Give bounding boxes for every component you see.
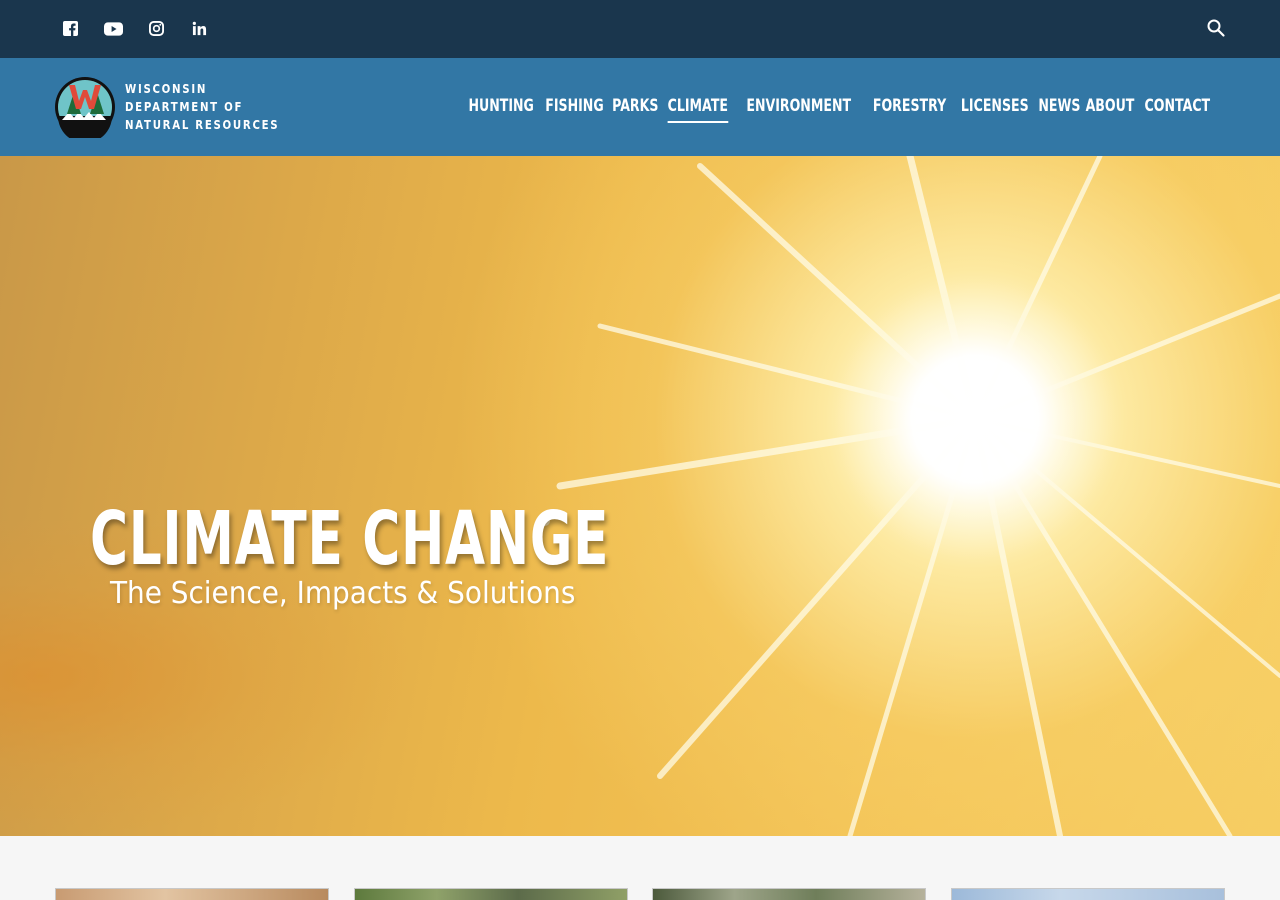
nav-forestry[interactable]: FORESTRY: [873, 96, 946, 121]
nav-contact[interactable]: CONTACT: [1145, 96, 1211, 121]
nav-climate[interactable]: CLIMATE: [667, 96, 728, 123]
facebook-icon[interactable]: [61, 19, 80, 38]
social-links: [61, 19, 209, 38]
instagram-icon[interactable]: [147, 19, 166, 38]
primary-nav: HUNTING FISHING PARKS CLIMATE ENVIRONMEN…: [462, 96, 1217, 123]
dnr-logo[interactable]: [54, 76, 116, 143]
nav-fishing[interactable]: FISHING: [546, 96, 604, 121]
social-bar: [0, 0, 1280, 58]
nav-parks[interactable]: PARKS: [612, 96, 658, 121]
logo-line-2: DEPARTMENT OF: [125, 100, 244, 114]
nav-hunting[interactable]: HUNTING: [468, 96, 533, 121]
main-header: WISCONSIN DEPARTMENT OF NATURAL RESOURCE…: [0, 58, 1280, 156]
nav-about[interactable]: ABOUT: [1086, 96, 1135, 121]
hero-title: CLIMATE CHANGE: [90, 496, 610, 582]
feature-card-4[interactable]: [951, 888, 1225, 900]
feature-card-3[interactable]: [652, 888, 926, 900]
hero-subtitle: The Science, Impacts & Solutions: [110, 576, 576, 611]
nav-news[interactable]: NEWS: [1038, 96, 1080, 121]
search-icon[interactable]: [1206, 18, 1228, 40]
feature-card-2[interactable]: [354, 888, 628, 900]
logo-wordmark[interactable]: WISCONSIN DEPARTMENT OF NATURAL RESOURCE…: [125, 80, 279, 134]
hero-banner: CLIMATE CHANGE The Science, Impacts & So…: [0, 156, 1280, 836]
logo-line-1: WISCONSIN: [125, 82, 208, 96]
logo-line-3: NATURAL RESOURCES: [125, 118, 280, 132]
feature-card-1[interactable]: [55, 888, 329, 900]
nav-licenses[interactable]: LICENSES: [961, 96, 1029, 121]
youtube-icon[interactable]: [104, 19, 123, 38]
feature-cards: [0, 836, 1280, 900]
nav-environment[interactable]: ENVIRONMENT: [747, 96, 852, 121]
linkedin-icon[interactable]: [190, 19, 209, 38]
